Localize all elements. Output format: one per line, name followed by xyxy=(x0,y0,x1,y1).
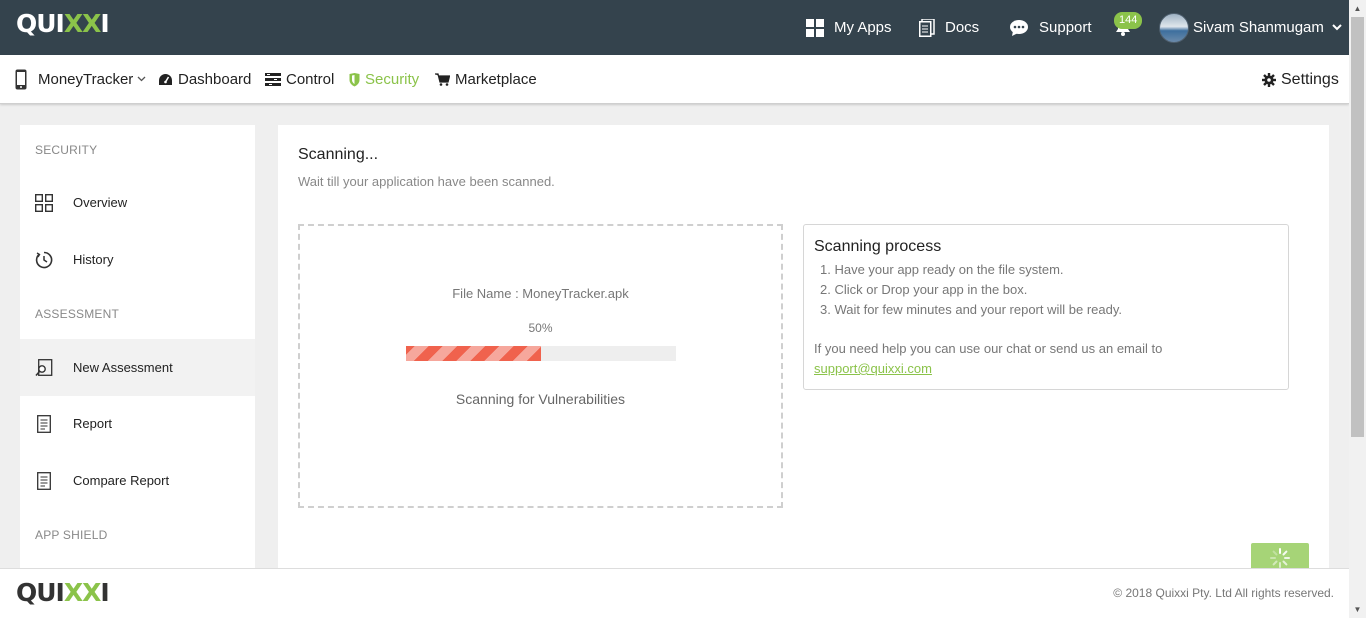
scan-status: Scanning for Vulnerabilities xyxy=(455,391,626,407)
phone-icon xyxy=(15,69,27,90)
chevron-down-icon xyxy=(137,74,146,85)
settings-label: Settings xyxy=(1281,70,1339,88)
sidebar-section-security: SECURITY xyxy=(35,143,98,157)
overview-icon xyxy=(34,193,54,212)
quixxi-logo[interactable]: QUIXXI xyxy=(16,10,110,38)
chat-icon xyxy=(1009,19,1029,37)
sidebar-item-new-assessment[interactable]: New Assessment xyxy=(20,339,255,396)
nav-security[interactable]: Security xyxy=(349,55,419,104)
upload-dropzone[interactable]: File Name : MoneyTracker.apk 50% Scannin… xyxy=(298,224,783,508)
scroll-down-arrow-icon[interactable]: ▼ xyxy=(1349,601,1366,618)
compare-report-icon xyxy=(34,471,54,490)
scrollbar-thumb[interactable] xyxy=(1351,17,1364,437)
security-sidebar: SECURITY Overview History ASSESSMENT New… xyxy=(20,125,255,568)
support-link[interactable]: Support xyxy=(1009,0,1092,55)
gear-icon xyxy=(1262,72,1276,87)
support-email-link[interactable]: support@quixxi.com xyxy=(814,361,932,376)
page-title: Scanning... xyxy=(298,146,379,163)
dashboard-icon xyxy=(158,73,173,86)
user-name: Sivam Shanmugam xyxy=(1193,19,1324,36)
docs-icon xyxy=(919,18,935,37)
sidebar-item-overview[interactable]: Overview xyxy=(20,174,255,231)
loading-button[interactable] xyxy=(1251,543,1309,568)
cart-icon xyxy=(435,73,450,86)
sidebar-item-history[interactable]: History xyxy=(20,231,255,288)
process-step: 1. Have your app ready on the file syste… xyxy=(820,262,1064,277)
app-name: MoneyTracker xyxy=(38,71,134,88)
top-navbar: QUIXXI My Apps Docs Support 144 Sivam Sh… xyxy=(0,0,1349,55)
scan-panel: Scanning... Wait till your application h… xyxy=(278,125,1329,568)
scroll-up-arrow-icon[interactable]: ▲ xyxy=(1349,0,1366,17)
search-document-icon xyxy=(34,358,54,377)
chevron-down-icon xyxy=(1332,22,1342,34)
spinner-icon xyxy=(1269,547,1291,568)
nav-marketplace-label: Marketplace xyxy=(455,71,537,88)
grid-icon xyxy=(806,18,824,37)
sidebar-section-assessment: ASSESSMENT xyxy=(35,307,120,321)
nav-dashboard-label: Dashboard xyxy=(178,71,252,88)
sidebar-item-compare-report[interactable]: Compare Report xyxy=(20,452,255,509)
sidebar-item-label: Report xyxy=(73,416,113,431)
sidebar-item-label: Overview xyxy=(73,195,128,210)
nav-control[interactable]: Control xyxy=(265,55,334,104)
process-steps: 1. Have your app ready on the file syste… xyxy=(820,260,1122,320)
notification-badge[interactable]: 144 xyxy=(1114,12,1143,29)
copyright-text: © 2018 Quixxi Pty. Ltd All rights reserv… xyxy=(1113,586,1334,600)
sidebar-item-label: History xyxy=(73,252,114,267)
footer: QUIXXI © 2018 Quixxi Pty. Ltd All rights… xyxy=(0,568,1349,618)
progress-percent: 50% xyxy=(528,321,553,335)
sidebar-item-report[interactable]: Report xyxy=(20,395,255,452)
report-icon xyxy=(34,414,54,433)
footer-logo: QUIXXI xyxy=(16,578,110,607)
app-navbar: MoneyTracker Dashboard Control Security … xyxy=(0,55,1349,104)
my-apps-link[interactable]: My Apps xyxy=(806,0,892,55)
support-label: Support xyxy=(1039,19,1092,36)
progress-bar xyxy=(406,346,676,361)
nav-control-label: Control xyxy=(286,71,335,88)
nav-marketplace[interactable]: Marketplace xyxy=(435,55,537,104)
user-menu[interactable]: Sivam Shanmugam xyxy=(1159,12,1342,43)
shield-icon xyxy=(349,72,360,87)
my-apps-label: My Apps xyxy=(834,19,892,36)
nav-dashboard[interactable]: Dashboard xyxy=(158,55,251,104)
app-selector[interactable]: MoneyTracker xyxy=(15,55,146,104)
nav-security-label: Security xyxy=(365,71,420,88)
docs-label: Docs xyxy=(945,19,980,36)
page-subtitle: Wait till your application have been sca… xyxy=(298,174,555,189)
process-step: 3. Wait for few minutes and your report … xyxy=(820,302,1123,317)
sidebar-section-app-shield: APP SHIELD xyxy=(35,528,108,542)
progress-bar-fill xyxy=(406,346,541,361)
help-text: If you need help you can use our chat or… xyxy=(814,341,1163,356)
docs-link[interactable]: Docs xyxy=(919,0,979,55)
process-step: 2. Click or Drop your app in the box. xyxy=(820,282,1028,297)
avatar xyxy=(1159,12,1189,43)
settings-link[interactable]: Settings xyxy=(1262,55,1339,104)
file-name: File Name : MoneyTracker.apk xyxy=(452,286,629,301)
help-text-block: If you need help you can use our chat or… xyxy=(814,339,1162,379)
page-scrollbar[interactable]: ▲ ▼ xyxy=(1349,0,1366,618)
control-icon xyxy=(265,73,281,86)
process-title: Scanning process xyxy=(814,238,942,255)
scanning-process-card: Scanning process 1. Have your app ready … xyxy=(803,224,1289,390)
sidebar-item-label: Compare Report xyxy=(73,473,170,488)
sidebar-item-label: New Assessment xyxy=(73,360,173,375)
history-icon xyxy=(34,251,54,269)
